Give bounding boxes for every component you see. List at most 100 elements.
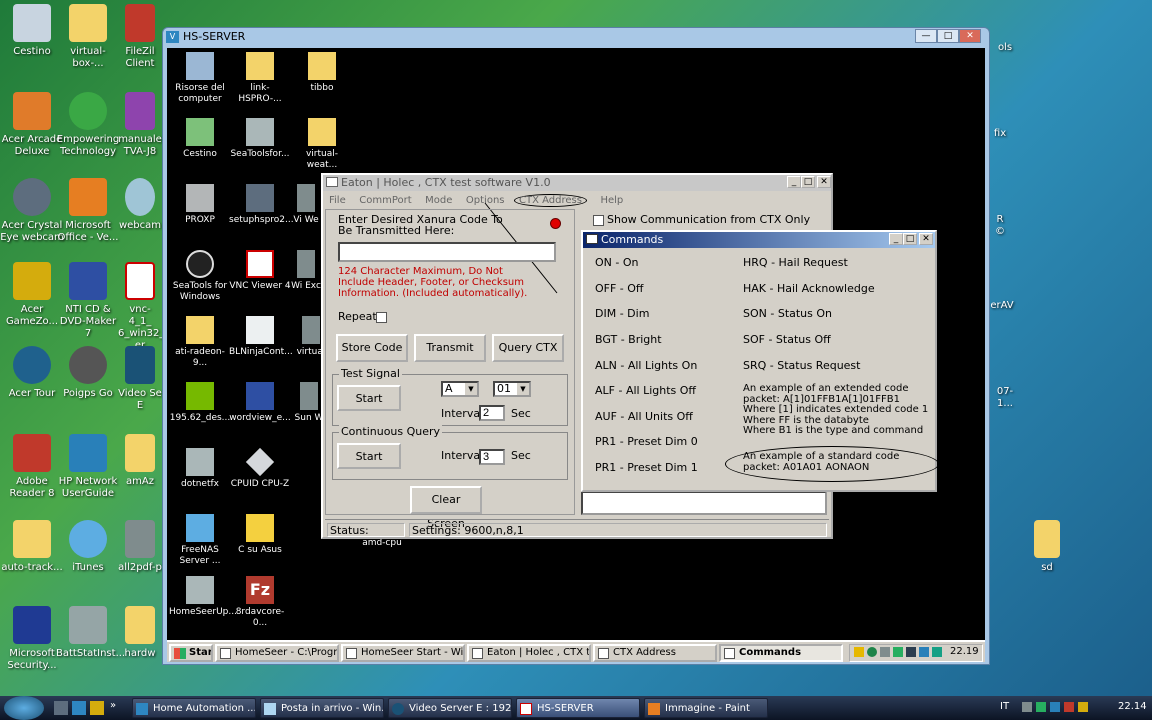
tray-icon[interactable] — [932, 647, 942, 657]
remote-icon-virtual-weather[interactable]: virtual-weat... — [291, 118, 353, 171]
remote-icon-freenas[interactable]: FreeNAS Server ... — [169, 514, 231, 567]
commands-window[interactable]: Commands _ □ ✕ ON - On OFF - Off DIM - D… — [581, 230, 939, 492]
tray-icon[interactable] — [867, 647, 877, 657]
quicklaunch-overflow[interactable]: » — [110, 700, 116, 711]
remote-icon-link-hspro[interactable]: link-HSPRO-... — [229, 52, 291, 105]
close-button[interactable]: ✕ — [817, 176, 831, 188]
remote-icon-vnc-viewer[interactable]: VNC Viewer 4 — [229, 250, 291, 292]
host-right-label[interactable]: ols — [990, 42, 1020, 54]
desktop-icon-sd[interactable]: sd — [1022, 520, 1072, 574]
remote-icon-8rdavcore[interactable]: Fz 8rdavcore-0... — [229, 576, 291, 629]
host-right-label[interactable]: R © — [990, 214, 1010, 238]
desktop-icon-office[interactable]: Microsoft Office - Ve... — [56, 178, 120, 244]
remote-icon-seatools-windows[interactable]: SeaTools for Windows — [169, 250, 231, 303]
menu-file[interactable]: File — [329, 195, 346, 206]
remote-start-button[interactable]: Start — [169, 644, 213, 662]
remote-icon-blninja[interactable]: BLNinjaCont... — [229, 316, 293, 358]
maximize-button[interactable]: □ — [937, 29, 959, 43]
remote-icon-nvidia-driver[interactable]: 195.62_des... — [169, 382, 231, 424]
remote-icon-cestino[interactable]: Cestino — [169, 118, 231, 160]
store-code-button[interactable]: Store Code — [336, 334, 408, 362]
continuous-query-start-button[interactable]: Start — [337, 443, 401, 469]
desktop-icon-virtual-box[interactable]: virtual-box-... — [56, 4, 120, 70]
commands-window-titlebar[interactable]: Commands _ □ ✕ — [583, 232, 935, 248]
remote-task-ctx-address[interactable]: CTX Address — [593, 644, 717, 662]
desktop-icon-battstat[interactable]: BattStatInst... — [56, 606, 125, 660]
repeat-checkbox[interactable] — [376, 312, 387, 323]
tray-icon[interactable] — [906, 647, 916, 657]
desktop-icon-video-server[interactable]: Video Se E — [118, 346, 162, 412]
tray-icon[interactable] — [1064, 702, 1074, 712]
desktop-icon-filezilla[interactable]: FileZil Client — [118, 4, 162, 70]
desktop-icon-adobe-reader[interactable]: Adobe Reader 8 — [0, 434, 64, 500]
minimize-button[interactable]: _ — [889, 233, 903, 245]
quicklaunch-icon[interactable] — [54, 701, 68, 715]
host-right-label[interactable]: 07-1... — [990, 386, 1020, 410]
menu-commport[interactable]: CommPort — [359, 195, 411, 206]
ctx-window-titlebar[interactable]: Eaton | Holec , CTX test software V1.0 _… — [323, 175, 831, 191]
close-button[interactable]: ✕ — [919, 233, 933, 245]
remote-icon-cpuz[interactable]: CPUID CPU-Z — [229, 447, 291, 490]
remote-icon-c-asus[interactable]: C su Asus — [229, 514, 291, 556]
host-task-paint[interactable]: Immagine - Paint — [644, 698, 768, 718]
minimize-button[interactable]: _ — [787, 176, 801, 188]
clear-screen-button[interactable]: Clear Screen — [410, 486, 482, 530]
desktop-icon-crystal-eye[interactable]: Acer Crystal Eye webcam — [0, 178, 64, 244]
remote-desktop-window[interactable]: V HS-SERVER — □ ✕ Risorse del computer l… — [162, 27, 990, 665]
house-code-select[interactable]: A ▼ — [441, 381, 479, 397]
transmit-button[interactable]: Transmit — [414, 334, 486, 362]
desktop-icon-vnc[interactable]: vnc-4_1_ 6_win32_ er — [118, 262, 164, 352]
maximize-button[interactable]: □ — [903, 233, 917, 245]
remote-icon-homeseerup[interactable]: HomeSeerUp... — [169, 576, 237, 618]
host-start-button[interactable] — [4, 696, 44, 720]
desktop-icon-hp-network[interactable]: HP Network UserGuide — [56, 434, 120, 500]
quicklaunch-icon[interactable] — [90, 701, 104, 715]
desktop-icon-acer-tour[interactable]: Acer Tour — [0, 346, 64, 400]
quicklaunch-icon[interactable] — [72, 701, 86, 715]
maximize-button[interactable]: □ — [801, 176, 815, 188]
desktop-icon-recycle-bin[interactable]: Cestino — [0, 4, 64, 58]
chevron-down-icon[interactable]: ▼ — [517, 383, 529, 395]
remote-icon-wordview[interactable]: wordview_e... — [229, 382, 291, 424]
desktop-icon-amaz[interactable]: amAz — [118, 434, 162, 488]
desktop-icon-poigps[interactable]: Poigps Go — [56, 346, 120, 400]
desktop-icon-acer-arcade[interactable]: Acer Arcade Deluxe — [0, 92, 64, 158]
remote-icon-ati-radeon[interactable]: ati-radeon-9... — [169, 316, 231, 369]
remote-icon-wi-exc[interactable]: Wi Exc — [291, 250, 321, 292]
remote-task-homeseer-start[interactable]: HomeSeer Start - Wind... — [341, 644, 465, 662]
menu-mode[interactable]: Mode — [425, 195, 452, 206]
chevron-down-icon[interactable]: ▼ — [465, 383, 477, 395]
tray-icon[interactable] — [854, 647, 864, 657]
output-box[interactable] — [581, 491, 827, 515]
tray-icon[interactable] — [919, 647, 929, 657]
host-task-mail[interactable]: Posta in arrivo - Win... — [260, 698, 384, 718]
host-right-label[interactable]: erAV — [990, 300, 1014, 312]
test-interval-input[interactable] — [479, 405, 505, 421]
menu-help[interactable]: Help — [600, 195, 623, 206]
unit-code-select[interactable]: 01 ▼ — [493, 381, 531, 397]
tray-icon[interactable] — [1078, 702, 1088, 712]
host-task-video-server[interactable]: Video Server E : 192.... — [388, 698, 512, 718]
desktop-icon-hardw[interactable]: hardw — [118, 606, 162, 660]
desktop-icon-webcam[interactable]: webcam — [118, 178, 162, 232]
remote-task-commands[interactable]: Commands — [719, 644, 843, 662]
host-task-hs-server[interactable]: HS-SERVER — [516, 698, 640, 718]
remote-icon-setuphspro[interactable]: setuphspro2... — [229, 184, 294, 226]
desktop-icon-ms-security[interactable]: Microsoft Security... — [0, 606, 64, 672]
show-comm-checkbox[interactable] — [593, 215, 604, 226]
remote-task-homeseer[interactable]: HomeSeer - C:\Program... — [215, 644, 339, 662]
tray-icon[interactable] — [1050, 702, 1060, 712]
remote-icon-computer[interactable]: Risorse del computer — [169, 52, 231, 105]
desktop-icon-gamezone[interactable]: Acer GameZo... — [0, 262, 64, 328]
tray-icon[interactable] — [1036, 702, 1046, 712]
remote-icon-amd-cpu[interactable]: amd-cpu — [351, 538, 413, 549]
close-button[interactable]: ✕ — [959, 29, 981, 43]
remote-task-ctx-software[interactable]: Eaton | Holec , CTX test... — [467, 644, 591, 662]
tray-icon[interactable] — [893, 647, 903, 657]
remote-icon-vi-we[interactable]: Vi We — [291, 184, 321, 226]
host-task-home-automation[interactable]: Home Automation ... — [132, 698, 256, 718]
remote-icon-seatools[interactable]: SeaToolsfor... — [229, 118, 291, 160]
code-input[interactable] — [338, 242, 556, 262]
remote-icon-proxp[interactable]: PROXP — [169, 184, 231, 226]
query-interval-input[interactable] — [479, 449, 505, 465]
